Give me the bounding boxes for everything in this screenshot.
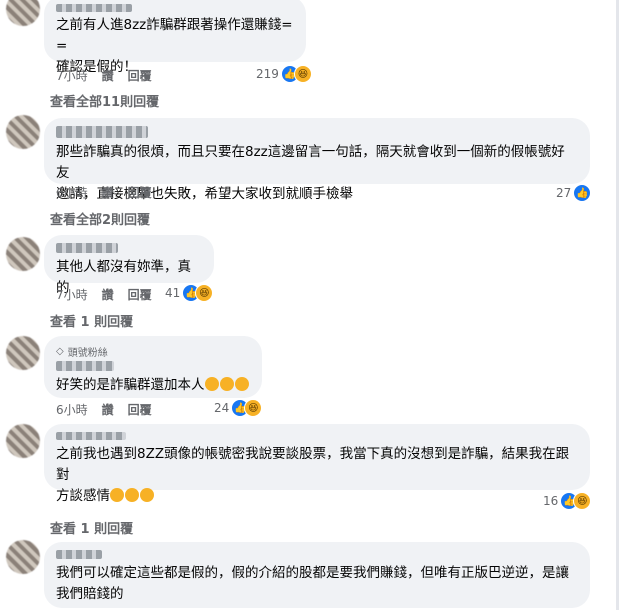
like-button[interactable]: 讚: [102, 286, 114, 303]
author-name-redacted[interactable]: [56, 4, 132, 12]
reaction-count: 27: [556, 186, 572, 200]
comment-bubble: 之前有人進8zz詐騙群跟著操作還賺錢= = 確認是假的！: [44, 0, 306, 75]
rofl-emoji: [125, 488, 139, 502]
reaction-count: 24: [214, 401, 230, 415]
comment-bubble: 那些詐騙真的很煩，而且只要在8zz這邊留言一句話，隔天就會收到一個新的假帳號好友…: [44, 118, 590, 202]
reaction-count: 219: [256, 67, 279, 81]
comment-bubble: 其他人都沒有妳準，真的: [44, 235, 214, 296]
timestamp[interactable]: 6小時: [56, 401, 88, 418]
comment-bubble: ◇ 頭號粉絲 好笑的是詐騙群還加本人: [44, 336, 262, 398]
timestamp[interactable]: 7小時: [56, 67, 88, 84]
author-name-redacted[interactable]: [56, 243, 118, 253]
comment-actions: 6小時 讚 回覆: [56, 401, 152, 418]
reply-button[interactable]: 回覆: [128, 286, 152, 303]
avatar[interactable]: [6, 237, 40, 271]
rofl-emoji: [140, 488, 154, 502]
avatar[interactable]: [6, 0, 40, 26]
comment-actions: 6小時 讚 回覆: [56, 184, 152, 201]
reply-button[interactable]: 回覆: [128, 184, 152, 201]
like-button[interactable]: 讚: [102, 401, 114, 418]
haha-icon: 😆: [195, 284, 214, 302]
comment-bubble: 之前我也遇到8ZZ頭像的帳號密我說要談股票，我當下真的沒想到是詐騙，結果我在跟對…: [44, 424, 590, 504]
diamond-icon: ◇: [56, 346, 64, 357]
timestamp[interactable]: 6小時: [56, 184, 88, 201]
badge-label: 頭號粉絲: [67, 348, 108, 359]
laughing-emoji: [219, 377, 234, 391]
reaction-summary[interactable]: 24 👍 😆: [214, 399, 263, 417]
view-replies-link[interactable]: 查看 1 則回覆: [50, 518, 133, 537]
rofl-emoji: [110, 488, 124, 502]
author-name-redacted[interactable]: [56, 126, 148, 138]
timestamp[interactable]: 7小時: [56, 286, 88, 303]
view-replies-link[interactable]: 查看全部2則回覆: [50, 209, 150, 228]
reaction-count: 16: [543, 494, 559, 508]
laughing-emoji: [234, 377, 249, 391]
like-button[interactable]: 讚: [102, 184, 114, 201]
reaction-summary[interactable]: 16 👍 😆: [543, 492, 592, 510]
comment-bubble: 我們可以確定這些都是假的，假的介紹的股都是要我們賺錢，但唯有正版巴逆逆，是讓 我…: [44, 542, 590, 608]
haha-icon: 😆: [244, 399, 263, 417]
author-name-redacted[interactable]: [56, 432, 126, 440]
like-icon: 👍: [573, 184, 592, 202]
comment-actions: 7小時 讚 回覆: [56, 286, 152, 303]
reply-button[interactable]: 回覆: [128, 67, 152, 84]
reaction-count: 41: [165, 286, 181, 300]
avatar[interactable]: [6, 540, 40, 574]
reaction-summary[interactable]: 27 👍: [556, 184, 592, 202]
like-button[interactable]: 讚: [102, 67, 114, 84]
reply-button[interactable]: 回覆: [128, 401, 152, 418]
author-name-redacted[interactable]: [56, 361, 114, 371]
avatar[interactable]: [6, 424, 40, 458]
avatar[interactable]: [6, 115, 40, 149]
comment-text: 好笑的是詐騙群還加本人: [56, 375, 250, 396]
haha-icon: 😆: [573, 492, 592, 510]
haha-icon: 😆: [293, 65, 312, 83]
reaction-summary[interactable]: 219 👍 😆: [256, 65, 312, 83]
comment-text: 之前我也遇到8ZZ頭像的帳號密我說要談股票，我當下真的沒想到是詐騙，結果我在跟對…: [56, 446, 570, 504]
reaction-summary[interactable]: 41 👍 😆: [165, 284, 214, 302]
comment-actions: 7小時 讚 回覆: [56, 67, 152, 84]
laughing-emoji: [204, 377, 219, 391]
top-fan-badge[interactable]: ◇ 頭號粉絲: [56, 344, 250, 359]
view-replies-link[interactable]: 查看 1 則回覆: [50, 311, 133, 330]
comment-text: 我們可以確定這些都是假的，假的介紹的股都是要我們賺錢，但唯有正版巴逆逆，是讓 我…: [56, 565, 569, 602]
author-name-redacted[interactable]: [56, 550, 102, 559]
view-replies-link[interactable]: 查看全部11則回覆: [50, 91, 159, 110]
avatar[interactable]: [6, 336, 40, 370]
